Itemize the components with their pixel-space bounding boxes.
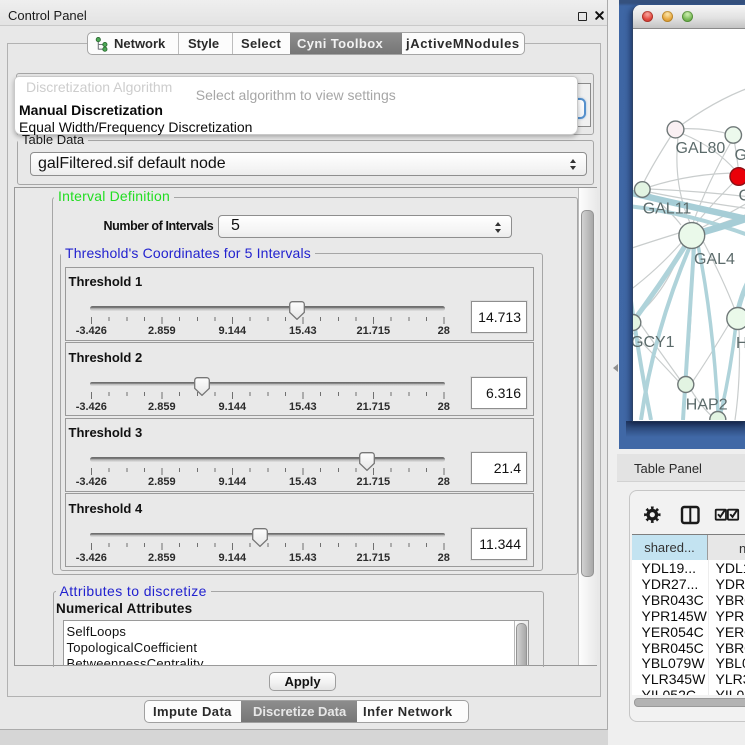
svg-text:GA: GA — [735, 147, 745, 164]
svg-text:GAL80: GAL80 — [676, 140, 726, 157]
svg-text:GCY1: GCY1 — [633, 334, 675, 351]
svg-text:H: H — [736, 335, 745, 352]
svg-text:C: C — [739, 188, 745, 205]
svg-text:HAP2: HAP2 — [686, 397, 728, 414]
svg-text:GAL11: GAL11 — [643, 201, 692, 218]
svg-text:GAL4: GAL4 — [694, 251, 735, 268]
